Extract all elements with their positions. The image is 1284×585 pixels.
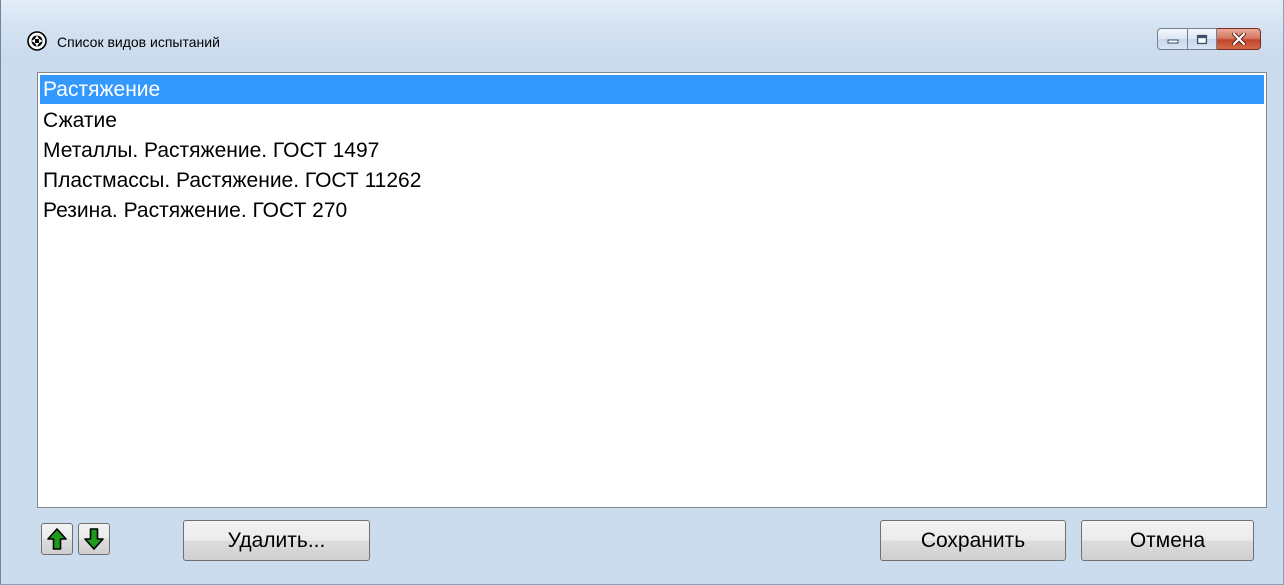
list-item[interactable]: Пластмассы. Растяжение. ГОСТ 11262 [40,166,1264,195]
cancel-button[interactable]: Отмена [1081,520,1254,561]
list-item[interactable]: Резина. Растяжение. ГОСТ 270 [40,196,1264,225]
save-button[interactable]: Сохранить [880,520,1066,561]
title-bar[interactable]: Список видов испытаний [1,0,1283,62]
test-types-list[interactable]: Растяжение Сжатие Металлы. Растяжение. Г… [37,72,1267,508]
green-arrow-down-icon [84,528,104,550]
minimize-button[interactable] [1157,28,1187,50]
app-cog-icon [27,31,47,51]
green-arrow-up-icon [47,528,67,550]
caption-buttons [1157,28,1261,50]
list-item[interactable]: Растяжение [40,75,1264,104]
move-down-button[interactable] [78,523,110,555]
window-title: Список видов испытаний [57,34,220,50]
dialog-window: Список видов испытаний Растяжение Сжатие… [0,0,1284,585]
delete-button[interactable]: Удалить... [183,520,370,561]
move-up-button[interactable] [41,523,73,555]
close-icon [1231,33,1246,45]
list-item[interactable]: Сжатие [40,106,1264,135]
close-button[interactable] [1217,28,1261,50]
maximize-button[interactable] [1187,28,1217,50]
minimize-icon [1167,39,1178,44]
maximize-icon [1196,34,1208,44]
list-item[interactable]: Металлы. Растяжение. ГОСТ 1497 [40,136,1264,165]
